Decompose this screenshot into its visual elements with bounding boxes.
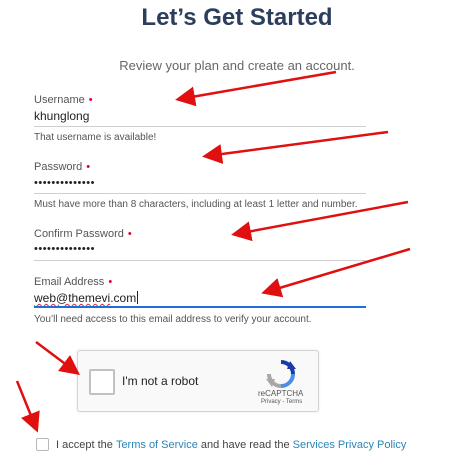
annotation-arrows <box>15 70 411 433</box>
annotation-arrow <box>35 341 80 375</box>
annotation-arrow <box>231 200 409 242</box>
annotation-arrow <box>261 247 411 298</box>
annotation-arrow <box>15 380 40 433</box>
annotation-arrow <box>202 130 389 164</box>
annotation-arrow <box>175 70 337 107</box>
